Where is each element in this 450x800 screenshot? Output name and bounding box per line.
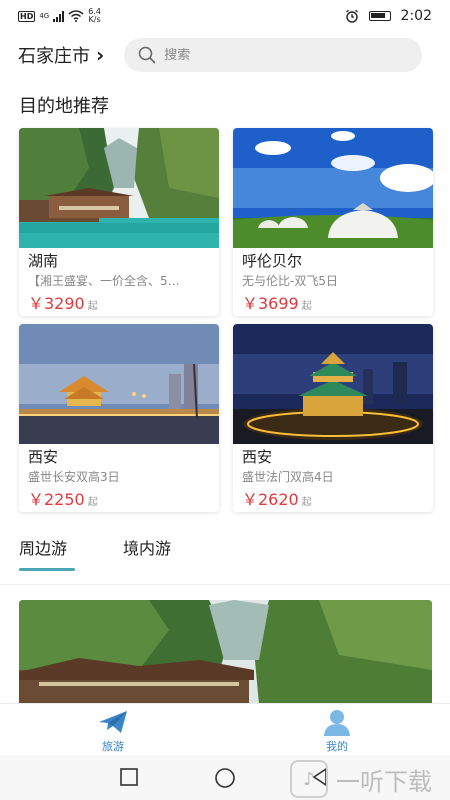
destination-card[interactable]: 湖南 【湘王盛宴、一价全含、5… ￥3290 起 <box>19 128 219 316</box>
section-title: 目的地推荐 <box>19 96 109 117</box>
battery-icon <box>368 11 391 21</box>
destination-image <box>19 324 219 444</box>
search-input[interactable] <box>164 47 385 63</box>
header: 石家庄市 › <box>0 38 450 72</box>
watermark-text: 一听下载 <box>336 767 432 796</box>
destination-title: 西安 <box>28 448 59 466</box>
destination-price: ￥3699 起 <box>242 290 312 314</box>
nav-travel-label: 旅游 <box>102 740 124 753</box>
tab-domestic[interactable]: 境内游 <box>123 535 171 559</box>
recent-apps-icon[interactable] <box>119 767 139 787</box>
destination-card[interactable]: 西安 盛世长安双高3日 ￥2250 起 <box>19 324 219 512</box>
destination-desc: 无与伦比-双飞5日 <box>242 274 338 288</box>
divider <box>0 584 450 585</box>
nav-mine[interactable]: 我的 <box>307 708 367 754</box>
destination-title: 呼伦贝尔 <box>242 252 303 270</box>
nav-mine-label: 我的 <box>326 740 348 753</box>
destination-desc: 【湘王盛宴、一价全含、5… <box>28 274 180 288</box>
destination-price: ￥2620 起 <box>242 486 312 510</box>
network-type: 4G <box>39 12 50 20</box>
watermark: ♪ 一听下载 <box>290 760 432 798</box>
alarm-icon <box>345 9 358 23</box>
price-value: ￥3699 <box>242 294 299 313</box>
bottom-nav: 旅游 我的 <box>0 703 450 755</box>
price-unit: 起 <box>301 301 312 312</box>
chevron-right-icon: › <box>96 43 105 67</box>
home-icon[interactable] <box>214 767 236 789</box>
price-value: ￥2250 <box>28 490 85 509</box>
clock: 2:02 <box>400 8 432 24</box>
plane-icon <box>99 711 127 733</box>
wifi-icon <box>68 10 84 22</box>
destination-card[interactable]: 西安 盛世法门双高4日 ￥2620 起 <box>233 324 433 512</box>
price-value: ￥3290 <box>28 294 85 313</box>
destination-card[interactable]: 呼伦贝尔 无与伦比-双飞5日 ￥3699 起 <box>233 128 433 316</box>
price-unit: 起 <box>301 497 312 508</box>
destination-title: 湖南 <box>28 252 59 270</box>
destination-image <box>19 128 219 248</box>
search-icon <box>139 46 156 64</box>
destination-image <box>233 324 433 444</box>
featured-image[interactable] <box>19 600 432 704</box>
destination-desc: 盛世长安双高3日 <box>28 470 120 484</box>
net-speed: 6.4 K/s <box>88 7 101 24</box>
destination-image <box>233 128 433 248</box>
nav-travel[interactable]: 旅游 <box>83 708 143 754</box>
status-bar: HD 4G 6.4 K/s 2:02 <box>0 0 450 32</box>
price-value: ￥2620 <box>242 490 299 509</box>
destination-price: ￥3290 起 <box>28 290 98 314</box>
price-unit: 起 <box>87 301 98 312</box>
city-selector[interactable]: 石家庄市 › <box>18 42 104 68</box>
destination-desc: 盛世法门双高4日 <box>242 470 334 484</box>
search-bar[interactable] <box>124 38 423 72</box>
tab-active-indicator <box>19 568 75 571</box>
tab-nearby[interactable]: 周边游 <box>19 535 67 559</box>
city-label: 石家庄市 <box>18 46 90 67</box>
destination-title: 西安 <box>242 448 273 466</box>
destination-price: ￥2250 起 <box>28 486 98 510</box>
hd-badge: HD <box>18 10 36 22</box>
price-unit: 起 <box>87 497 98 508</box>
signal-icon <box>53 10 65 22</box>
watermark-logo-icon: ♪ <box>290 760 328 798</box>
person-icon <box>324 710 350 736</box>
